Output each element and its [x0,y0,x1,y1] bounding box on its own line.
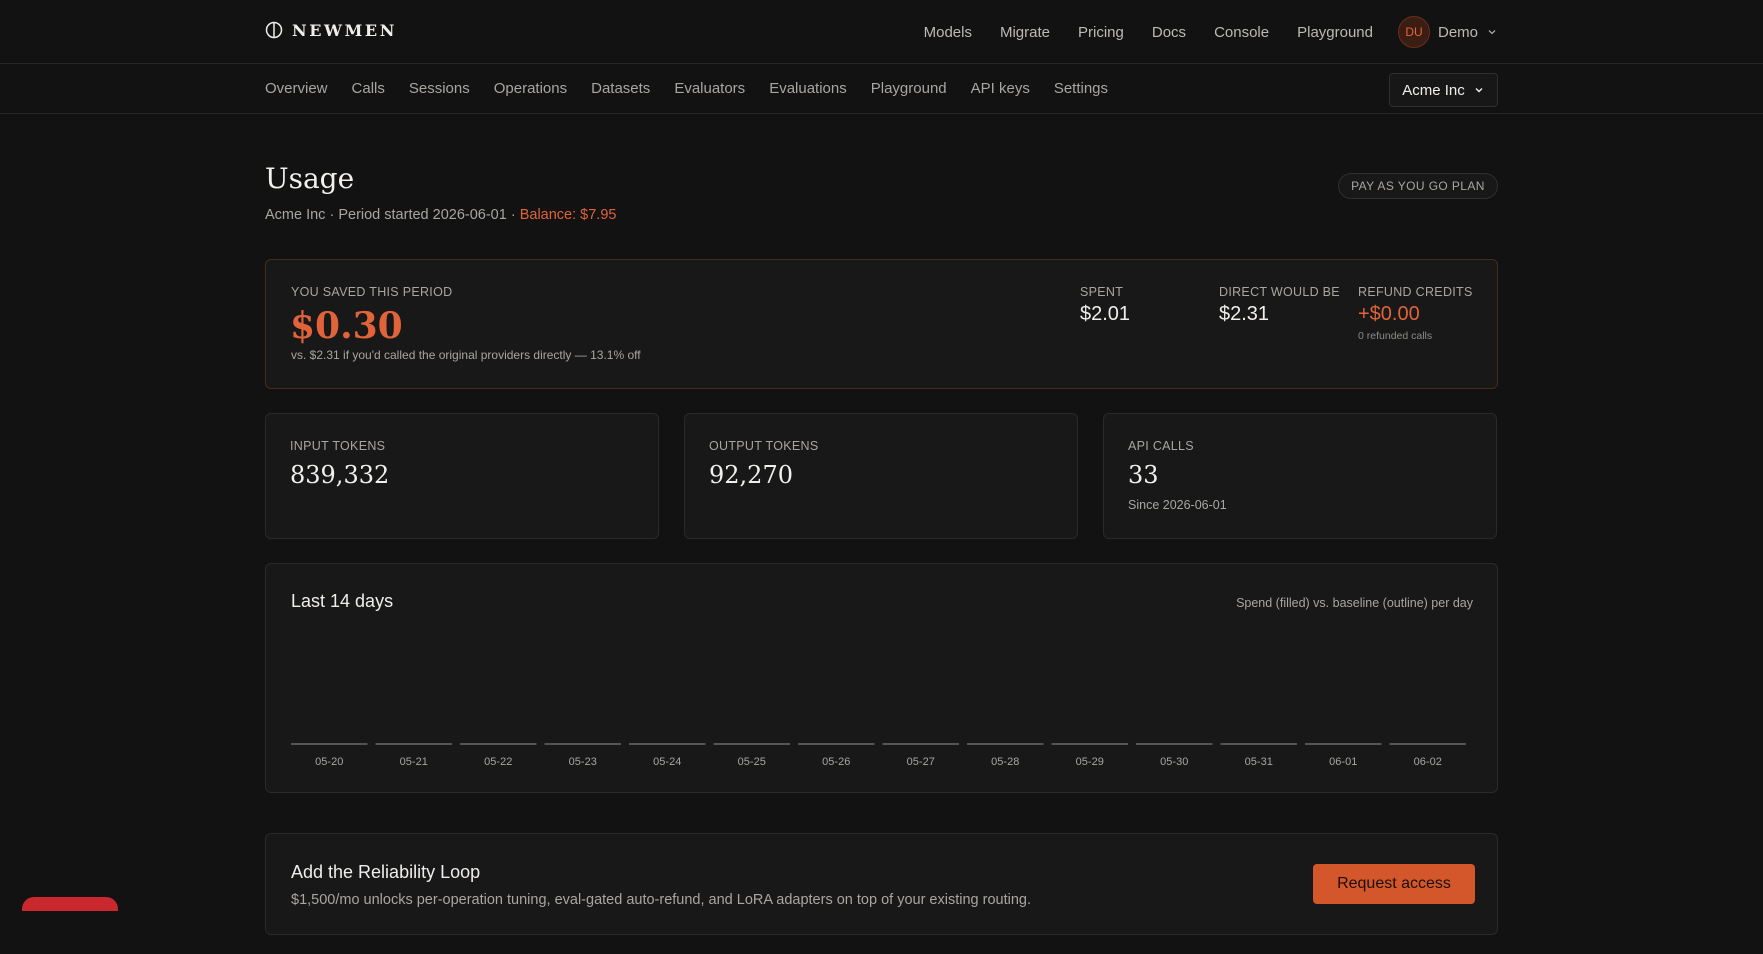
refund-sub: 0 refunded calls [1358,330,1433,342]
x-tick-label: 05-31 [1245,756,1273,768]
request-access-button[interactable]: Request access [1313,864,1475,904]
nav-docs[interactable]: Docs [1152,24,1186,41]
x-tick-label: 05-20 [315,756,343,768]
subtitle-separator: · [506,207,520,223]
output-tokens-card: OUTPUT TOKENS 92,270 [684,413,1078,539]
org-selector-label: Acme Inc [1402,81,1465,99]
refund-stat: REFUND CREDITS +$0.00 0 refunded calls [1358,285,1473,342]
chevron-down-icon [1475,88,1483,93]
tab-api-keys[interactable]: API keys [971,80,1030,97]
tab-operations[interactable]: Operations [494,80,567,97]
reliability-promo-card: Add the Reliability Loop $1,500/mo unloc… [265,833,1498,935]
chart-card: Last 14 days Spend (filled) vs. baseline… [265,563,1498,793]
plan-badge: PAY AS YOU GO PLAN [1338,173,1498,199]
nav-playground[interactable]: Playground [1297,24,1373,41]
direct-stat: DIRECT WOULD BE $2.31 [1219,285,1340,326]
x-tick-label: 05-29 [1076,756,1104,768]
input-tokens-value: 839,332 [290,461,390,489]
subtitle-org: Acme Inc [265,207,326,223]
x-tick-label: 05-30 [1160,756,1188,768]
balance-text: Balance: $7.95 [519,207,617,223]
nav-migrate[interactable]: Migrate [1000,24,1050,41]
promo-title: Add the Reliability Loop [291,862,481,882]
tab-playground[interactable]: Playground [871,80,947,97]
x-tick-label: 05-24 [653,756,681,768]
api-calls-label: API CALLS [1128,439,1194,453]
brand-logo[interactable]: NEWMEN [265,18,397,42]
saved-note: vs. $2.31 if you'd called the original p… [291,348,641,362]
x-tick-label: 06-02 [1414,756,1442,768]
page-subtitle: Acme Inc · Period started 2026-06-01 · B… [265,207,616,223]
saved-value: $0.30 [290,305,403,347]
avatar: DU [1398,16,1430,48]
spent-stat: SPENT $2.01 [1080,285,1130,326]
spent-value: $2.01 [1080,303,1131,325]
bar-chart: 05-20 05-21 05-22 05-23 05-24 05-25 05-26 05-27… [291,743,1466,768]
subtitle-period: Period started 2026-06-01 [338,207,507,223]
sub-nav: Overview Calls Sessions Operations Datas… [265,80,1108,97]
tab-evaluations[interactable]: Evaluations [769,80,847,97]
brand-name: NEWMEN [292,20,397,40]
direct-label: DIRECT WOULD BE [1219,285,1340,299]
nav-console[interactable]: Console [1214,24,1269,41]
direct-value: $2.31 [1219,303,1270,325]
page-title: Usage [265,162,355,195]
saved-label: YOU SAVED THIS PERIOD [291,285,453,299]
tab-calls[interactable]: Calls [352,80,385,97]
x-tick-label: 05-25 [738,756,766,768]
api-calls-value: 33 [1128,461,1159,489]
tab-evaluators[interactable]: Evaluators [674,80,745,97]
x-tick-label: 05-28 [991,756,1019,768]
spent-label: SPENT [1080,285,1124,299]
refund-value: +$0.00 [1358,303,1420,325]
x-tick-label: 05-26 [822,756,850,768]
sub-nav-bar: Overview Calls Sessions Operations Datas… [0,64,1763,114]
nav-pricing[interactable]: Pricing [1078,24,1124,41]
input-tokens-card: INPUT TOKENS 839,332 [265,413,659,539]
user-name: Demo [1438,23,1479,41]
output-tokens-value: 92,270 [709,461,793,489]
top-nav: Models Migrate Pricing Docs Console Play… [924,20,1373,44]
savings-card: YOU SAVED THIS PERIOD $0.30 vs. $2.31 if… [265,259,1498,389]
logo-icon [265,21,283,39]
tab-datasets[interactable]: Datasets [591,80,650,97]
api-calls-since: Since 2026-06-01 [1128,498,1227,512]
tab-overview[interactable]: Overview [265,80,328,97]
x-tick-label: 06-01 [1329,756,1357,768]
tab-settings[interactable]: Settings [1054,80,1108,97]
x-tick-label: 05-21 [400,756,428,768]
org-selector[interactable]: Acme Inc [1389,73,1498,107]
x-tick-label: 05-23 [569,756,597,768]
chevron-down-icon [1488,30,1496,35]
refund-label: REFUND CREDITS [1358,285,1473,299]
subtitle-separator: · [325,207,339,223]
output-tokens-label: OUTPUT TOKENS [709,439,819,453]
user-menu[interactable]: DU Demo [1398,16,1498,48]
x-tick-label: 05-22 [484,756,512,768]
x-tick-label: 05-27 [907,756,935,768]
floating-widget[interactable] [22,897,118,911]
tab-sessions[interactable]: Sessions [409,80,470,97]
input-tokens-label: INPUT TOKENS [290,439,386,453]
nav-models[interactable]: Models [924,24,972,41]
promo-description: $1,500/mo unlocks per-operation tuning, … [291,892,1031,908]
api-calls-card: API CALLS 33 Since 2026-06-01 [1103,413,1497,539]
top-bar: NEWMEN Models Migrate Pricing Docs Conso… [0,0,1763,64]
